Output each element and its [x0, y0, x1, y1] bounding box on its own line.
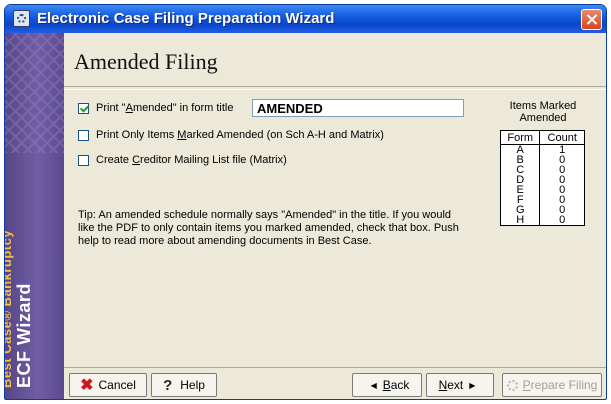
brand-wizard: ECF Wizard — [14, 283, 34, 388]
creditor-matrix-checkbox[interactable] — [78, 154, 89, 166]
back-button[interactable]: ◀ Back — [352, 373, 422, 397]
help-question-icon: ? — [163, 376, 173, 394]
print-only-marked-label: Print Only Items Marked Amended (on Sch … — [96, 129, 384, 141]
creditor-matrix-label: Create Creditor Mailing List file (Matri… — [96, 154, 287, 166]
items-marked-title: Items Marked Amended — [509, 100, 577, 124]
title-divider — [64, 86, 606, 90]
table-row: C0 — [500, 165, 585, 176]
table-row: H0 — [500, 215, 585, 226]
back-arrow-icon: ◀ — [370, 380, 377, 390]
title-bar[interactable]: Electronic Case Filing Preparation Wizar… — [5, 5, 606, 33]
help-button[interactable]: ? Help — [151, 373, 217, 397]
next-arrow-icon: ▶ — [469, 380, 476, 390]
sidebar-pattern — [5, 33, 64, 153]
window-title: Electronic Case Filing Preparation Wizar… — [37, 10, 335, 27]
items-marked-table: Form Count A1 B0 C0 D0 E0 F0 G0 H0 — [499, 130, 585, 226]
sidebar-brand: Best Case® Bankruptcy ECF Wizard — [4, 229, 35, 388]
print-only-marked-checkbox[interactable] — [78, 129, 89, 141]
prepare-gear-icon — [506, 379, 518, 391]
cancel-x-icon: ✖ — [80, 377, 94, 394]
footer-button-bar: ✖ Cancel ? Help ◀ Back Next ▶ Prepare Fi… — [64, 367, 606, 399]
brand-product: Best Case® Bankruptcy — [4, 229, 14, 388]
table-row: A1 — [500, 144, 585, 155]
print-amended-checkbox[interactable] — [78, 102, 89, 114]
column-header-form: Form — [499, 130, 541, 145]
wizard-window: Electronic Case Filing Preparation Wizar… — [4, 4, 607, 400]
cancel-button[interactable]: ✖ Cancel — [69, 373, 147, 397]
table-row: G0 — [500, 205, 585, 216]
table-row: D0 — [500, 175, 585, 186]
table-row: F0 — [500, 195, 585, 206]
sidebar: Best Case® Bankruptcy ECF Wizard — [4, 33, 64, 399]
column-header-count: Count — [539, 130, 585, 145]
table-row: B0 — [500, 155, 585, 166]
print-amended-label: Print "Amended" in form title — [96, 102, 234, 114]
page-title: Amended Filing — [74, 49, 218, 74]
tip-text: Tip: An amended schedule normally says "… — [78, 209, 459, 247]
content-panel: Amended Filing Print "Amended" in form t… — [64, 33, 606, 367]
amended-title-input[interactable] — [252, 99, 464, 117]
print-amended-option[interactable]: Print "Amended" in form title — [78, 102, 233, 114]
prepare-filing-button[interactable]: Prepare Filing — [502, 373, 602, 397]
creditor-matrix-option[interactable]: Create Creditor Mailing List file (Matri… — [78, 154, 287, 166]
app-gear-icon — [13, 10, 30, 27]
print-only-marked-option[interactable]: Print Only Items Marked Amended (on Sch … — [78, 129, 384, 141]
close-button[interactable] — [581, 9, 602, 30]
table-row: E0 — [500, 185, 585, 196]
next-button[interactable]: Next ▶ — [426, 373, 494, 397]
